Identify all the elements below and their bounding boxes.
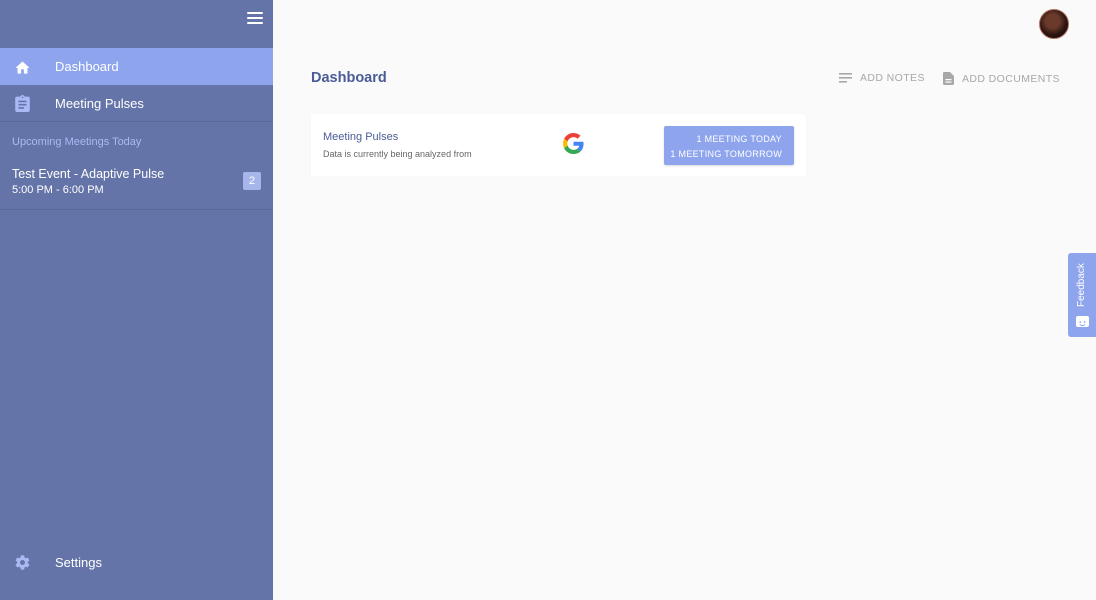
meeting-pulses-card: Meeting Pulses Data is currently being a… — [311, 114, 806, 176]
list-item[interactable]: Test Event - Adaptive Pulse 5:00 PM - 6:… — [0, 157, 273, 210]
notes-icon — [839, 73, 852, 83]
avatar[interactable] — [1039, 9, 1069, 39]
sidebar: Dashboard Meeting Pulses Upcoming Meetin… — [0, 0, 273, 600]
home-icon — [12, 57, 32, 77]
sidebar-item-settings[interactable]: Settings — [0, 552, 273, 572]
gear-icon — [12, 552, 32, 572]
page-title: Dashboard — [311, 70, 387, 86]
upcoming-meetings-heading: Upcoming Meetings Today — [12, 136, 142, 148]
meetings-count-button[interactable]: 1 MEETING TODAY 1 MEETING TOMORROW — [664, 126, 794, 165]
clipboard-icon — [12, 93, 32, 113]
event-title: Test Event - Adaptive Pulse — [12, 167, 165, 181]
sidebar-item-dashboard[interactable]: Dashboard — [0, 48, 273, 85]
sidebar-item-label: Dashboard — [55, 59, 119, 74]
add-documents-button[interactable]: ADD DOCUMENTS — [943, 72, 1060, 85]
feedback-tab[interactable]: Feedback — [1068, 253, 1096, 337]
google-icon — [563, 133, 584, 154]
add-documents-label: ADD DOCUMENTS — [962, 72, 1060, 85]
sidebar-item-label: Settings — [55, 554, 102, 570]
sidebar-item-label: Meeting Pulses — [55, 95, 144, 111]
meeting-today-label: 1 MEETING TODAY — [696, 134, 782, 144]
menu-icon[interactable] — [247, 11, 263, 25]
event-time: 5:00 PM - 6:00 PM — [12, 184, 104, 196]
sidebar-header — [0, 0, 273, 48]
add-notes-label: ADD NOTES — [860, 72, 925, 84]
add-notes-button[interactable]: ADD NOTES — [839, 72, 925, 84]
feedback-label: Feedback — [1076, 263, 1087, 307]
document-icon — [943, 72, 954, 85]
sidebar-item-meeting-pulses[interactable]: Meeting Pulses — [0, 85, 273, 122]
card-subtitle: Data is currently being analyzed from — [323, 149, 472, 159]
meeting-tomorrow-label: 1 MEETING TOMORROW — [670, 149, 782, 159]
event-count-badge: 2 — [243, 172, 261, 190]
chat-icon — [1076, 316, 1089, 327]
card-title: Meeting Pulses — [323, 131, 399, 143]
